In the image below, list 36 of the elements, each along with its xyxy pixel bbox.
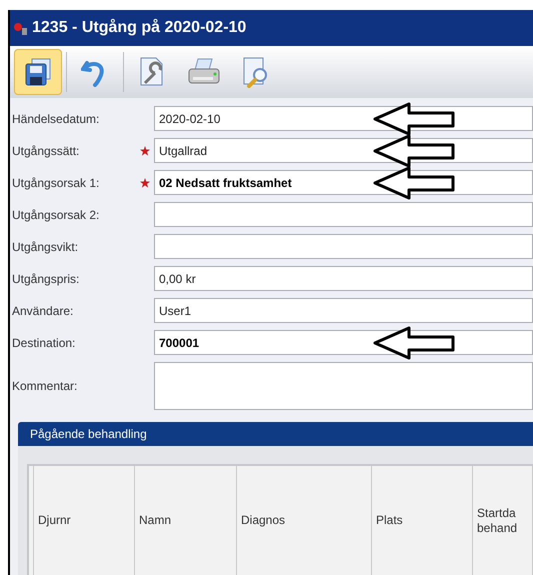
field-value: 0,00 kr <box>159 270 196 288</box>
column-header[interactable]: Namn <box>135 466 237 575</box>
field-value: 02 Nedsatt fruktsamhet <box>159 174 292 192</box>
toolbar-button[interactable] <box>14 49 62 95</box>
field-label: Utgångssätt: <box>12 142 80 160</box>
window-title: 1235 - Utgång på 2020-02-10 <box>32 18 246 38</box>
field-label: Utgångsorsak 2: <box>12 206 100 224</box>
floppy-disk-icon <box>23 57 53 87</box>
column-header[interactable]: Startda behand <box>473 466 533 575</box>
column-header[interactable]: Plats <box>372 466 473 575</box>
group-title: Pågående behandling <box>30 426 147 443</box>
input-field[interactable] <box>154 234 533 259</box>
field-label: Utgångspris: <box>12 270 80 288</box>
required-star-icon <box>140 146 150 156</box>
left-arrow-icon <box>373 166 455 200</box>
column-header[interactable]: Djurnr <box>34 466 135 575</box>
field-value: 2020-02-10 <box>159 110 220 128</box>
field-label: Utgångsvikt: <box>12 238 80 256</box>
input-field[interactable] <box>154 202 533 227</box>
input-field[interactable]: 0,00 kr <box>154 266 533 291</box>
field-value: User1 <box>159 302 192 320</box>
left-arrow-icon <box>373 102 455 136</box>
field-label: Kommentar: <box>12 378 78 395</box>
input-field[interactable] <box>154 362 533 410</box>
field-label: Händelsedatum: <box>12 110 100 128</box>
left-arrow-icon <box>373 326 455 360</box>
app-icon <box>14 20 28 36</box>
left-arrow-icon <box>373 134 455 168</box>
input-field[interactable]: User1 <box>154 298 533 323</box>
field-label: Destination: <box>12 334 76 352</box>
field-label: Användare: <box>12 302 74 320</box>
field-label: Utgångsorsak 1: <box>12 174 100 192</box>
field-value: Utgallrad <box>159 142 208 160</box>
required-star-icon <box>140 178 150 188</box>
column-header[interactable]: Diagnos <box>237 466 372 575</box>
field-value: 700001 <box>159 334 200 352</box>
